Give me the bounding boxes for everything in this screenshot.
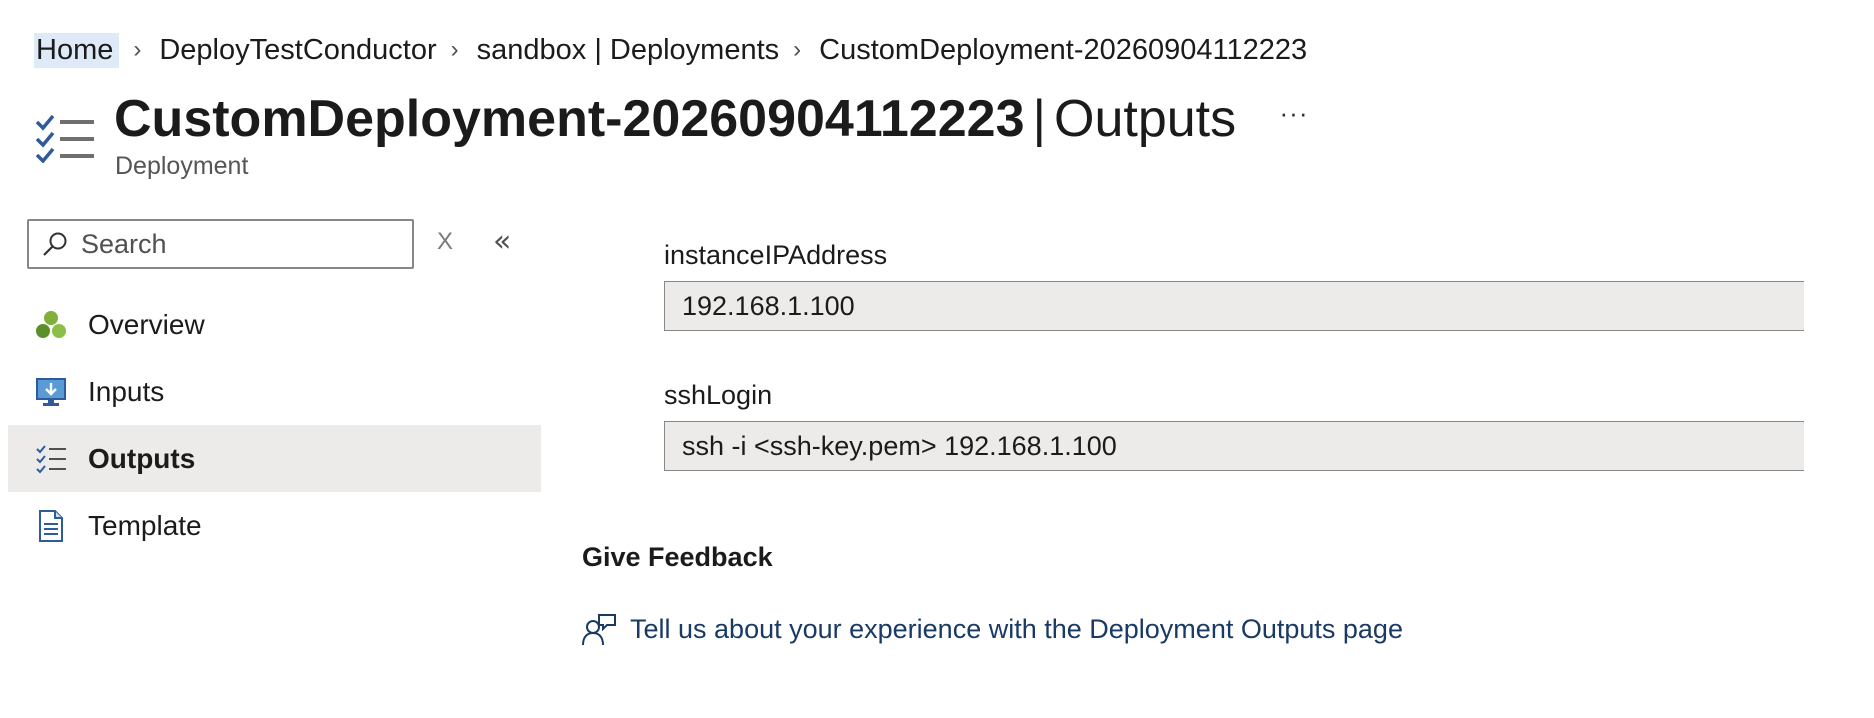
feedback-link[interactable]: Tell us about your experience with the D…: [582, 612, 1403, 646]
output-value-field[interactable]: [664, 281, 1804, 331]
outputs-icon: [36, 444, 66, 473]
page-title: CustomDeployment-20260904112223 | Outputs: [114, 86, 1236, 152]
sidebar-item-label: Overview: [88, 308, 205, 340]
sidebar-item-label: Template: [88, 509, 202, 541]
output-name-label: sshLogin: [664, 380, 773, 410]
sidebar-item-template[interactable]: Template: [8, 492, 541, 559]
template-icon: [39, 509, 63, 542]
page: Home › DeployTestConductor › sandbox | D…: [0, 0, 1874, 718]
feedback-link-text: Tell us about your experience with the D…: [630, 613, 1403, 644]
sidebar-item-overview[interactable]: Overview: [8, 291, 541, 358]
sidebar-item-inputs[interactable]: Inputs: [8, 358, 541, 425]
breadcrumb-deployments-link[interactable]: sandbox | Deployments: [477, 34, 780, 67]
sidebar-item-label: Inputs: [88, 375, 165, 407]
breadcrumb-deploytestconductor-link[interactable]: DeployTestConductor: [159, 34, 436, 67]
breadcrumb: Home › DeployTestConductor › sandbox | D…: [34, 30, 1307, 70]
sidebar-item-outputs[interactable]: Outputs: [8, 425, 541, 492]
title-separator: |: [1032, 90, 1046, 148]
outputs-checklist-icon: [35, 114, 94, 163]
more-actions-button[interactable]: ···: [1270, 98, 1318, 138]
breadcrumb-separator: ›: [793, 36, 802, 63]
deployment-name: CustomDeployment-20260904112223: [114, 90, 1025, 148]
overview-icon: [36, 310, 66, 338]
breadcrumb-home-link[interactable]: Home: [34, 32, 120, 68]
breadcrumb-current-deployment[interactable]: CustomDeployment-20260904112223: [819, 34, 1307, 67]
search-input[interactable]: [81, 228, 401, 260]
feedback-person-icon: [582, 614, 616, 646]
output-value-field[interactable]: [664, 421, 1804, 471]
output-name-label: instanceIPAddress: [664, 240, 888, 270]
clear-search-button[interactable]: X: [437, 228, 453, 256]
sidebar-nav: Overview Inputs Outputs Template: [8, 291, 541, 559]
resource-type-label: Deployment: [115, 152, 249, 180]
breadcrumb-separator: ›: [450, 36, 459, 63]
sidebar-search[interactable]: [27, 219, 414, 269]
inputs-icon: [36, 377, 66, 406]
breadcrumb-separator: ›: [133, 36, 142, 63]
search-icon: [43, 232, 67, 256]
collapse-sidebar-button[interactable]: «: [493, 224, 511, 259]
feedback-heading: Give Feedback: [582, 542, 773, 572]
section-name: Outputs: [1054, 90, 1237, 148]
sidebar-item-label: Outputs: [88, 442, 196, 474]
